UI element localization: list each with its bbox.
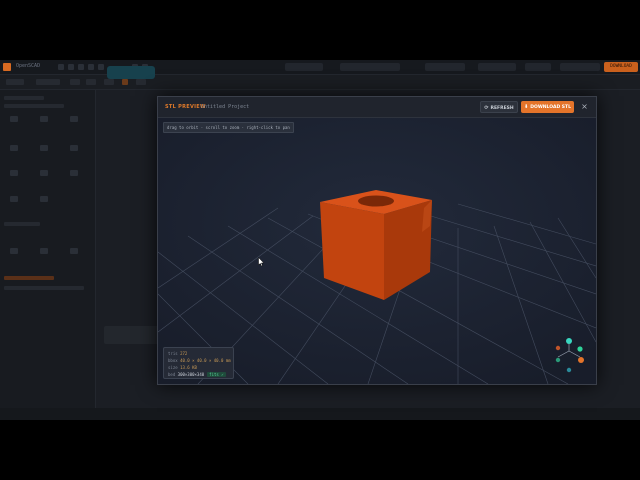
toolbar-icon[interactable] xyxy=(68,64,74,70)
mouse-cursor-icon xyxy=(258,257,265,267)
stats-bed-row: bed 300×300×340 fits ✓ xyxy=(168,372,226,377)
app-logo-icon xyxy=(3,63,11,71)
axis-neg-z-handle[interactable] xyxy=(555,357,561,363)
app-menu-pill[interactable] xyxy=(560,63,600,71)
axis-z-handle[interactable] xyxy=(577,346,583,352)
toolbar-item[interactable] xyxy=(6,79,24,85)
sidebar-cell[interactable] xyxy=(40,116,48,122)
bed-value: 300×300×340 xyxy=(177,372,205,377)
toolbar-item[interactable] xyxy=(86,79,96,85)
app-name: OpenSCAD xyxy=(16,63,41,69)
bbox-value: 40.0 × 40.0 × 40.0 mm xyxy=(180,358,231,363)
sidebar-row[interactable] xyxy=(4,96,44,100)
stats-size-row: size 13.6 KB xyxy=(168,365,197,370)
sidebar-cell[interactable] xyxy=(40,196,48,202)
viewport-scene xyxy=(158,118,596,384)
refresh-button-label: REFRESH xyxy=(490,106,514,111)
toolbar-item[interactable] xyxy=(122,79,128,85)
app-menu-pill[interactable] xyxy=(525,63,551,71)
sidebar-cell[interactable] xyxy=(10,248,18,254)
app-titlebar: OpenSCAD DOWNLOAD xyxy=(0,60,640,75)
app-menu-pill[interactable] xyxy=(478,63,516,71)
refresh-button[interactable]: ⟳ REFRESH xyxy=(480,101,518,113)
toolbar-item[interactable] xyxy=(104,79,114,85)
app-menu-pill[interactable] xyxy=(285,63,323,71)
fits-badge: fits ✓ xyxy=(207,372,226,377)
app-download-button[interactable]: DOWNLOAD xyxy=(604,62,638,72)
size-value: 13.6 KB xyxy=(180,365,197,370)
app-menu-pill[interactable] xyxy=(425,63,465,71)
toolbar-icon[interactable] xyxy=(58,64,64,70)
sidebar-row[interactable] xyxy=(4,222,40,226)
sidebar-cell[interactable] xyxy=(70,145,78,151)
stats-bbox-row: bbox 40.0 × 40.0 × 40.0 mm xyxy=(168,358,231,363)
app-menu-pill[interactable] xyxy=(340,63,400,71)
tris-value: 272 xyxy=(180,351,188,356)
sidebar-cell[interactable] xyxy=(10,145,18,151)
sidebar-row[interactable] xyxy=(4,104,64,108)
sidebar-cell[interactable] xyxy=(70,170,78,176)
stats-tris-row: tris 272 xyxy=(168,351,188,356)
toolbar-icon[interactable] xyxy=(98,64,104,70)
sidebar-row[interactable] xyxy=(4,276,54,280)
toolbar-item[interactable] xyxy=(36,79,60,85)
sidebar-row[interactable] xyxy=(4,286,84,290)
viewport-hint: drag to orbit · scroll to zoom · right-c… xyxy=(163,122,294,133)
stl-preview-modal: STL PREVIEW Untitled Project ⟳ REFRESH ⬇ D… xyxy=(157,96,597,385)
download-stl-label: DOWNLOAD STL xyxy=(530,105,571,110)
sidebar-cell[interactable] xyxy=(40,170,48,176)
model-stats-panel: tris 272 bbox 40.0 × 40.0 × 40.0 mm size… xyxy=(163,347,234,379)
app-statusbar xyxy=(0,408,640,420)
close-icon[interactable]: × xyxy=(579,101,590,113)
app-toolbar xyxy=(0,75,640,90)
sidebar-cell[interactable] xyxy=(10,170,18,176)
axis-neg-y-handle[interactable] xyxy=(566,367,572,373)
app-sidebar xyxy=(0,90,96,420)
toolbar-item[interactable] xyxy=(70,79,80,85)
modal-title: STL PREVIEW xyxy=(165,104,206,110)
toolbar-icon[interactable] xyxy=(88,64,94,70)
sidebar-cell[interactable] xyxy=(70,248,78,254)
toolbar-item[interactable] xyxy=(136,79,146,85)
sidebar-cell[interactable] xyxy=(70,116,78,122)
background-action-button[interactable] xyxy=(107,66,155,79)
axis-x-handle[interactable] xyxy=(578,357,584,363)
sidebar-cell[interactable] xyxy=(40,145,48,151)
axis-y-handle[interactable] xyxy=(566,338,572,344)
sidebar-cell[interactable] xyxy=(10,196,18,202)
toolbar-icon[interactable] xyxy=(78,64,84,70)
3d-viewport[interactable]: drag to orbit · scroll to zoom · right-c… xyxy=(158,118,596,384)
project-name: Untitled Project xyxy=(201,104,250,110)
sidebar-cell[interactable] xyxy=(10,116,18,122)
sidebar-cell[interactable] xyxy=(40,248,48,254)
refresh-icon: ⟳ xyxy=(484,105,489,111)
model-top-hole xyxy=(358,195,394,207)
download-icon: ⬇ xyxy=(524,104,529,110)
download-stl-button[interactable]: ⬇ DOWNLOAD STL xyxy=(521,101,574,113)
modal-header: STL PREVIEW Untitled Project ⟳ REFRESH ⬇ D… xyxy=(158,97,596,118)
axis-neg-x-handle[interactable] xyxy=(555,345,561,351)
